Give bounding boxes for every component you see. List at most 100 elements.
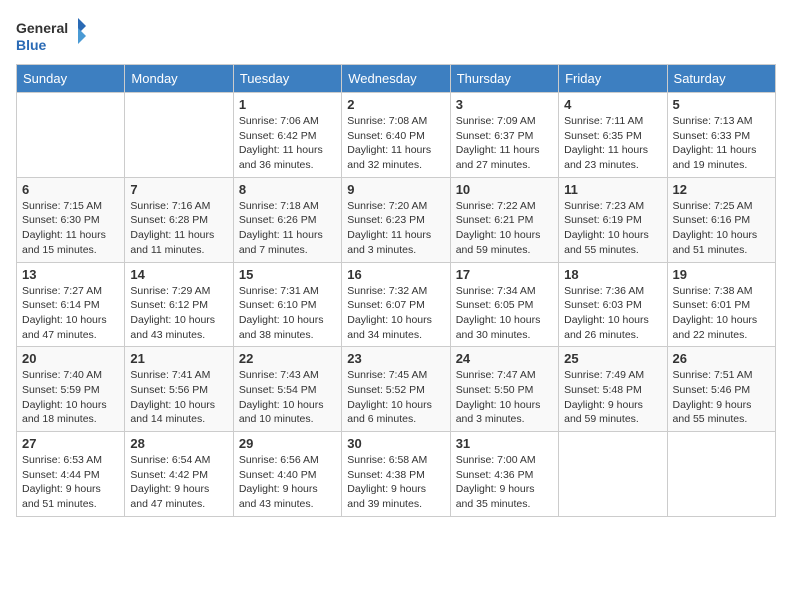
day-info: Sunrise: 7:20 AM Sunset: 6:23 PM Dayligh… <box>347 199 444 258</box>
day-number: 18 <box>564 267 661 282</box>
day-number: 2 <box>347 97 444 112</box>
calendar-cell <box>559 432 667 517</box>
day-info: Sunrise: 7:36 AM Sunset: 6:03 PM Dayligh… <box>564 284 661 343</box>
calendar-cell: 9 Sunrise: 7:20 AM Sunset: 6:23 PM Daylig… <box>342 177 450 262</box>
calendar-week-row: 27 Sunrise: 6:53 AM Sunset: 4:44 PM Dayli… <box>17 432 776 517</box>
day-number: 5 <box>673 97 770 112</box>
calendar-cell: 25 Sunrise: 7:49 AM Sunset: 5:48 PM Dayli… <box>559 347 667 432</box>
day-number: 29 <box>239 436 336 451</box>
calendar-cell: 13 Sunrise: 7:27 AM Sunset: 6:14 PM Dayli… <box>17 262 125 347</box>
calendar-cell: 16 Sunrise: 7:32 AM Sunset: 6:07 PM Dayli… <box>342 262 450 347</box>
day-number: 22 <box>239 351 336 366</box>
svg-text:Blue: Blue <box>16 37 47 53</box>
calendar-cell: 6 Sunrise: 7:15 AM Sunset: 6:30 PM Daylig… <box>17 177 125 262</box>
day-info: Sunrise: 7:16 AM Sunset: 6:28 PM Dayligh… <box>130 199 227 258</box>
day-number: 30 <box>347 436 444 451</box>
day-info: Sunrise: 7:45 AM Sunset: 5:52 PM Dayligh… <box>347 368 444 427</box>
day-number: 27 <box>22 436 119 451</box>
column-header-saturday: Saturday <box>667 65 775 93</box>
day-info: Sunrise: 7:11 AM Sunset: 6:35 PM Dayligh… <box>564 114 661 173</box>
calendar-table: SundayMondayTuesdayWednesdayThursdayFrid… <box>16 64 776 517</box>
day-info: Sunrise: 7:22 AM Sunset: 6:21 PM Dayligh… <box>456 199 553 258</box>
calendar-cell: 28Sunrise: 6:54 AM Sunset: 4:42 PM Dayli… <box>125 432 233 517</box>
day-number: 26 <box>673 351 770 366</box>
calendar-cell: 18 Sunrise: 7:36 AM Sunset: 6:03 PM Dayli… <box>559 262 667 347</box>
calendar-week-row: 13 Sunrise: 7:27 AM Sunset: 6:14 PM Dayli… <box>17 262 776 347</box>
calendar-cell: 1Sunrise: 7:06 AM Sunset: 6:42 PM Daylig… <box>233 93 341 178</box>
calendar-cell: 11 Sunrise: 7:23 AM Sunset: 6:19 PM Dayli… <box>559 177 667 262</box>
calendar-cell: 31 Sunrise: 7:00 AM Sunset: 4:36 PM Dayli… <box>450 432 558 517</box>
day-info: Sunrise: 7:40 AM Sunset: 5:59 PM Dayligh… <box>22 368 119 427</box>
calendar-cell: 2 Sunrise: 7:08 AM Sunset: 6:40 PM Daylig… <box>342 93 450 178</box>
calendar-cell: 14 Sunrise: 7:29 AM Sunset: 6:12 PM Dayli… <box>125 262 233 347</box>
day-info: Sunrise: 7:43 AM Sunset: 5:54 PM Dayligh… <box>239 368 336 427</box>
day-number: 10 <box>456 182 553 197</box>
calendar-cell: 19 Sunrise: 7:38 AM Sunset: 6:01 PM Dayli… <box>667 262 775 347</box>
day-number: 4 <box>564 97 661 112</box>
calendar-cell: 5Sunrise: 7:13 AM Sunset: 6:33 PM Daylig… <box>667 93 775 178</box>
calendar-cell: 22 Sunrise: 7:43 AM Sunset: 5:54 PM Dayli… <box>233 347 341 432</box>
day-number: 31 <box>456 436 553 451</box>
calendar-week-row: 1Sunrise: 7:06 AM Sunset: 6:42 PM Daylig… <box>17 93 776 178</box>
calendar-cell: 8 Sunrise: 7:18 AM Sunset: 6:26 PM Daylig… <box>233 177 341 262</box>
logo: General Blue <box>16 16 86 56</box>
day-info: Sunrise: 6:53 AM Sunset: 4:44 PM Dayligh… <box>22 453 119 512</box>
day-number: 11 <box>564 182 661 197</box>
day-number: 28 <box>130 436 227 451</box>
calendar-cell: 24Sunrise: 7:47 AM Sunset: 5:50 PM Dayli… <box>450 347 558 432</box>
calendar-week-row: 6 Sunrise: 7:15 AM Sunset: 6:30 PM Daylig… <box>17 177 776 262</box>
day-info: Sunrise: 7:29 AM Sunset: 6:12 PM Dayligh… <box>130 284 227 343</box>
calendar-header-row: SundayMondayTuesdayWednesdayThursdayFrid… <box>17 65 776 93</box>
day-number: 3 <box>456 97 553 112</box>
day-info: Sunrise: 7:18 AM Sunset: 6:26 PM Dayligh… <box>239 199 336 258</box>
day-number: 7 <box>130 182 227 197</box>
column-header-monday: Monday <box>125 65 233 93</box>
day-info: Sunrise: 7:38 AM Sunset: 6:01 PM Dayligh… <box>673 284 770 343</box>
day-number: 14 <box>130 267 227 282</box>
day-info: Sunrise: 6:56 AM Sunset: 4:40 PM Dayligh… <box>239 453 336 512</box>
day-number: 6 <box>22 182 119 197</box>
day-info: Sunrise: 7:08 AM Sunset: 6:40 PM Dayligh… <box>347 114 444 173</box>
calendar-cell: 21Sunrise: 7:41 AM Sunset: 5:56 PM Dayli… <box>125 347 233 432</box>
calendar-cell: 7 Sunrise: 7:16 AM Sunset: 6:28 PM Daylig… <box>125 177 233 262</box>
day-number: 23 <box>347 351 444 366</box>
day-info: Sunrise: 7:25 AM Sunset: 6:16 PM Dayligh… <box>673 199 770 258</box>
day-info: Sunrise: 7:15 AM Sunset: 6:30 PM Dayligh… <box>22 199 119 258</box>
calendar-cell: 27 Sunrise: 6:53 AM Sunset: 4:44 PM Dayli… <box>17 432 125 517</box>
calendar-cell: 30 Sunrise: 6:58 AM Sunset: 4:38 PM Dayli… <box>342 432 450 517</box>
calendar-week-row: 20 Sunrise: 7:40 AM Sunset: 5:59 PM Dayli… <box>17 347 776 432</box>
day-number: 15 <box>239 267 336 282</box>
calendar-cell <box>17 93 125 178</box>
day-number: 13 <box>22 267 119 282</box>
calendar-cell <box>125 93 233 178</box>
day-number: 25 <box>564 351 661 366</box>
calendar-cell: 4 Sunrise: 7:11 AM Sunset: 6:35 PM Daylig… <box>559 93 667 178</box>
calendar-cell: 29 Sunrise: 6:56 AM Sunset: 4:40 PM Dayli… <box>233 432 341 517</box>
day-info: Sunrise: 7:51 AM Sunset: 5:46 PM Dayligh… <box>673 368 770 427</box>
calendar-cell: 26 Sunrise: 7:51 AM Sunset: 5:46 PM Dayli… <box>667 347 775 432</box>
day-info: Sunrise: 7:09 AM Sunset: 6:37 PM Dayligh… <box>456 114 553 173</box>
day-info: Sunrise: 7:31 AM Sunset: 6:10 PM Dayligh… <box>239 284 336 343</box>
day-number: 8 <box>239 182 336 197</box>
day-number: 21 <box>130 351 227 366</box>
day-number: 16 <box>347 267 444 282</box>
day-info: Sunrise: 7:27 AM Sunset: 6:14 PM Dayligh… <box>22 284 119 343</box>
day-info: Sunrise: 6:58 AM Sunset: 4:38 PM Dayligh… <box>347 453 444 512</box>
day-number: 12 <box>673 182 770 197</box>
column-header-thursday: Thursday <box>450 65 558 93</box>
day-info: Sunrise: 7:32 AM Sunset: 6:07 PM Dayligh… <box>347 284 444 343</box>
logo-svg: General Blue <box>16 16 86 56</box>
column-header-friday: Friday <box>559 65 667 93</box>
day-number: 19 <box>673 267 770 282</box>
day-info: Sunrise: 7:00 AM Sunset: 4:36 PM Dayligh… <box>456 453 553 512</box>
page-header: General Blue <box>16 16 776 56</box>
day-number: 20 <box>22 351 119 366</box>
calendar-cell: 17Sunrise: 7:34 AM Sunset: 6:05 PM Dayli… <box>450 262 558 347</box>
calendar-body: 1Sunrise: 7:06 AM Sunset: 6:42 PM Daylig… <box>17 93 776 517</box>
day-info: Sunrise: 7:23 AM Sunset: 6:19 PM Dayligh… <box>564 199 661 258</box>
day-info: Sunrise: 7:06 AM Sunset: 6:42 PM Dayligh… <box>239 114 336 173</box>
calendar-cell: 20 Sunrise: 7:40 AM Sunset: 5:59 PM Dayli… <box>17 347 125 432</box>
day-info: Sunrise: 7:49 AM Sunset: 5:48 PM Dayligh… <box>564 368 661 427</box>
day-number: 9 <box>347 182 444 197</box>
column-header-tuesday: Tuesday <box>233 65 341 93</box>
